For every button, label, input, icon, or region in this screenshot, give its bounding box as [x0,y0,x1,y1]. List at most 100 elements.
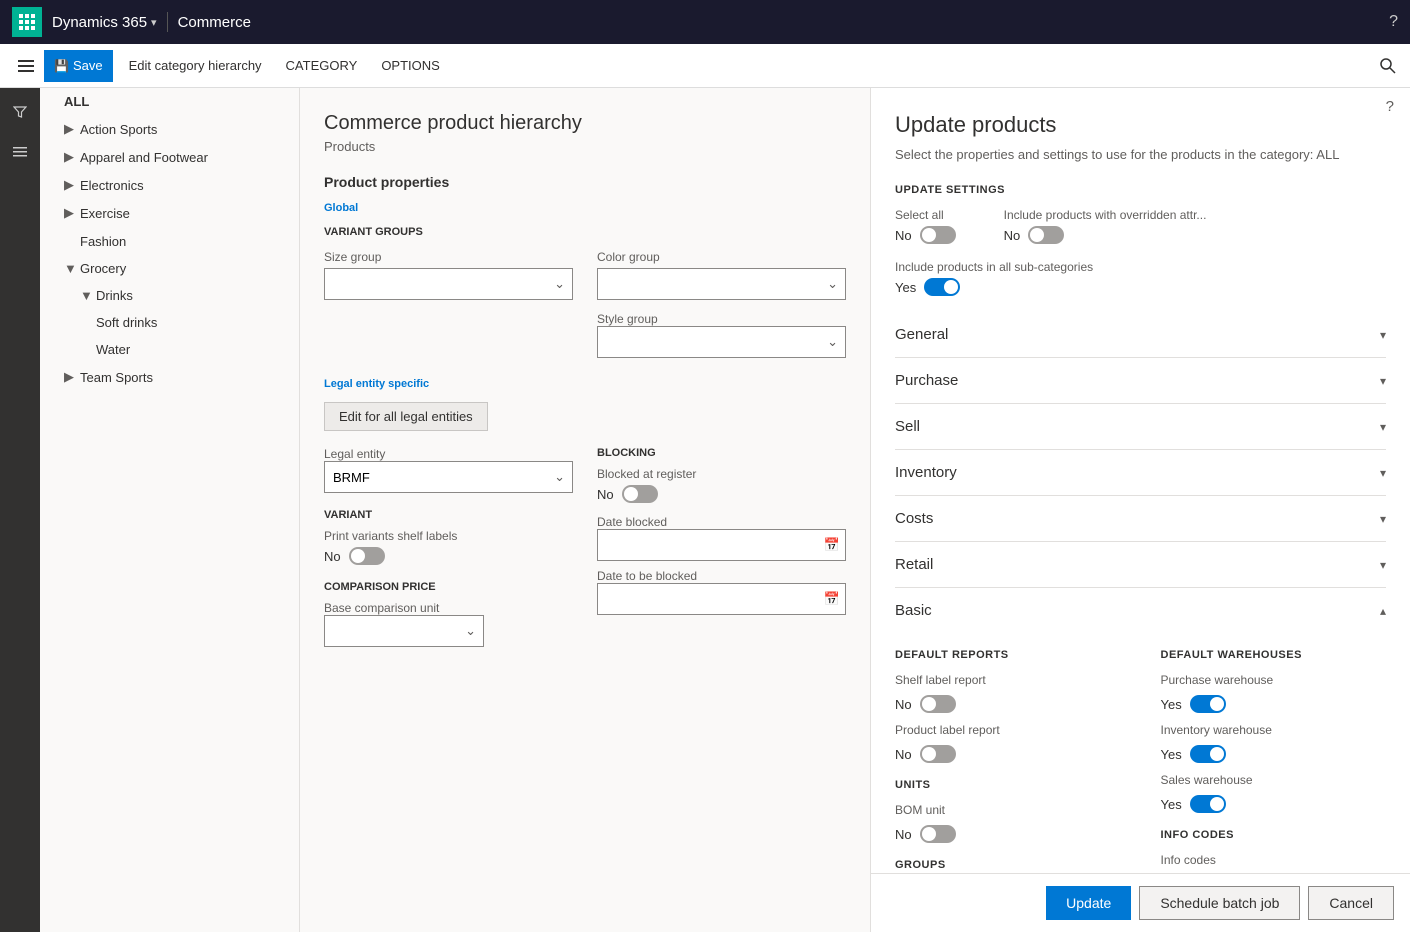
size-group-label: Size group [324,250,573,264]
cancel-button[interactable]: Cancel [1308,886,1394,920]
accordion-general-header[interactable]: General ▾ [895,312,1386,357]
print-variants-toggle[interactable] [349,547,385,565]
app-grid-icon[interactable] [12,7,42,37]
panel-subtitle: Select the properties and settings to us… [895,146,1386,164]
module-name: Commerce [178,14,251,31]
select-all-toggle[interactable] [920,226,956,244]
purchase-warehouse-value: Yes [1161,697,1182,712]
units-label: UNITS [895,779,1121,791]
default-reports-label: DEFAULT REPORTS [895,649,1121,661]
tree-item-electronics[interactable]: ▶ Electronics [40,171,299,199]
tree-item-fashion[interactable]: ▶ Fashion [40,227,299,255]
sales-warehouse-toggle[interactable] [1190,795,1226,813]
menu-toggle-icon[interactable] [8,44,44,88]
tree-item-apparel[interactable]: ▶ Apparel and Footwear [40,143,299,171]
save-button[interactable]: 💾 Save [44,50,113,82]
basic-right-col: DEFAULT WAREHOUSES Purchase warehouse Ye… [1161,649,1387,873]
tree-label: Grocery [80,261,126,276]
shelf-label-report-label: Shelf label report [895,673,1121,687]
update-button[interactable]: Update [1046,886,1131,920]
options-button[interactable]: OPTIONS [369,50,452,82]
size-group-select[interactable] [324,268,573,300]
include-overridden-toggle[interactable] [1028,226,1064,244]
accordion-purchase-header[interactable]: Purchase ▾ [895,358,1386,403]
tree-item-action-sports[interactable]: ▶ Action Sports [40,115,299,143]
date-to-be-blocked-input[interactable] [597,583,846,615]
accordion-basic-header[interactable]: Basic ▴ [895,588,1386,633]
edit-legal-entities-button[interactable]: Edit for all legal entities [324,402,488,431]
search-icon[interactable] [1374,52,1402,80]
chevron-down-icon: ▾ [1380,420,1386,434]
app-brand[interactable]: Dynamics 365 ▾ [52,14,157,31]
base-comparison-unit-select[interactable] [324,615,484,647]
accordion-costs-label: Costs [895,510,933,527]
left-sidebar [0,88,40,932]
basic-content: DEFAULT REPORTS Shelf label report No Pr… [895,633,1386,873]
groups-label: GROUPS [895,859,1121,871]
include-subcategories-toggle-wrapper: Yes [895,278,1386,296]
select-all-label: Select all [895,208,956,222]
shelf-label-report-field: Shelf label report No [895,673,1121,713]
tree-label: Fashion [80,234,126,249]
inventory-warehouse-toggle[interactable] [1190,745,1226,763]
chevron-right-icon: ▶ [64,205,76,221]
main-layout: ALL ▶ Action Sports ▶ Apparel and Footwe… [0,88,1410,932]
select-all-value: No [895,228,912,243]
bom-unit-field: BOM unit No [895,803,1121,843]
tree-label: Water [96,342,130,357]
legal-entity-select[interactable]: BRMF [324,461,573,493]
include-overridden-toggle-wrapper: No [1004,226,1207,244]
accordion-retail-label: Retail [895,556,933,573]
save-icon: 💾 [54,59,69,73]
accordion-inventory-label: Inventory [895,464,957,481]
include-subcategories-toggle[interactable] [924,278,960,296]
legal-entity-specific-label: Legal entity specific [324,378,846,390]
tree-label: Electronics [80,178,144,193]
edit-category-button[interactable]: Edit category hierarchy [117,50,274,82]
date-blocked-label: Date blocked [597,515,846,529]
info-codes-field-label: Info codes [1161,853,1387,867]
legal-entity-col: Legal entity BRMF VARIANT Print variants… [324,447,573,647]
comparison-price-label: COMPARISON PRICE [324,581,573,593]
schedule-batch-button[interactable]: Schedule batch job [1139,886,1300,920]
sales-warehouse-toggle-wrapper: Yes [1161,795,1387,813]
blocking-label: BLOCKING [597,447,846,459]
tree-item-water[interactable]: Water [40,336,299,363]
bom-unit-toggle[interactable] [920,825,956,843]
app-name: Dynamics 365 [52,14,147,31]
sidebar-filter-icon[interactable] [4,96,36,128]
accordion-sell-header[interactable]: Sell ▾ [895,404,1386,449]
blocked-at-register-toggle[interactable] [622,485,658,503]
style-group-select[interactable] [597,326,846,358]
accordion-retail-header[interactable]: Retail ▾ [895,542,1386,587]
purchase-warehouse-toggle[interactable] [1190,695,1226,713]
tree-item-team-sports[interactable]: ▶ Team Sports [40,363,299,391]
update-settings-row: Select all No Include products with over… [895,208,1386,244]
variant-groups-section: VARIANT GROUPS Size group Color group [324,226,846,358]
category-button[interactable]: CATEGORY [274,50,370,82]
help-icon[interactable]: ? [1389,13,1398,31]
purchase-warehouse-toggle-wrapper: Yes [1161,695,1387,713]
panel-title: Update products [895,112,1386,138]
sidebar-menu-icon[interactable] [4,136,36,168]
blocking-col: BLOCKING Blocked at register No Date blo… [597,447,846,647]
chevron-down-icon: ▼ [64,261,76,276]
shelf-label-toggle[interactable] [920,695,956,713]
tree-item-exercise[interactable]: ▶ Exercise [40,199,299,227]
inventory-warehouse-toggle-wrapper: Yes [1161,745,1387,763]
product-label-toggle[interactable] [920,745,956,763]
color-group-select[interactable] [597,268,846,300]
tree-item-all[interactable]: ALL [40,88,299,115]
tree-item-grocery[interactable]: ▼ Grocery [40,255,299,282]
chevron-right-icon: ▶ [64,121,76,137]
date-blocked-input[interactable] [597,529,846,561]
accordion-costs-header[interactable]: Costs ▾ [895,496,1386,541]
accordion-inventory-header[interactable]: Inventory ▾ [895,450,1386,495]
tree-item-drinks[interactable]: ▼ Drinks [40,282,299,309]
sales-warehouse-value: Yes [1161,797,1182,812]
tree-label: Action Sports [80,122,157,137]
accordion-purchase-label: Purchase [895,372,958,389]
chevron-down-icon: ▼ [80,288,92,303]
tree-item-soft-drinks[interactable]: Soft drinks [40,309,299,336]
panel-help-icon[interactable]: ? [1386,98,1394,115]
